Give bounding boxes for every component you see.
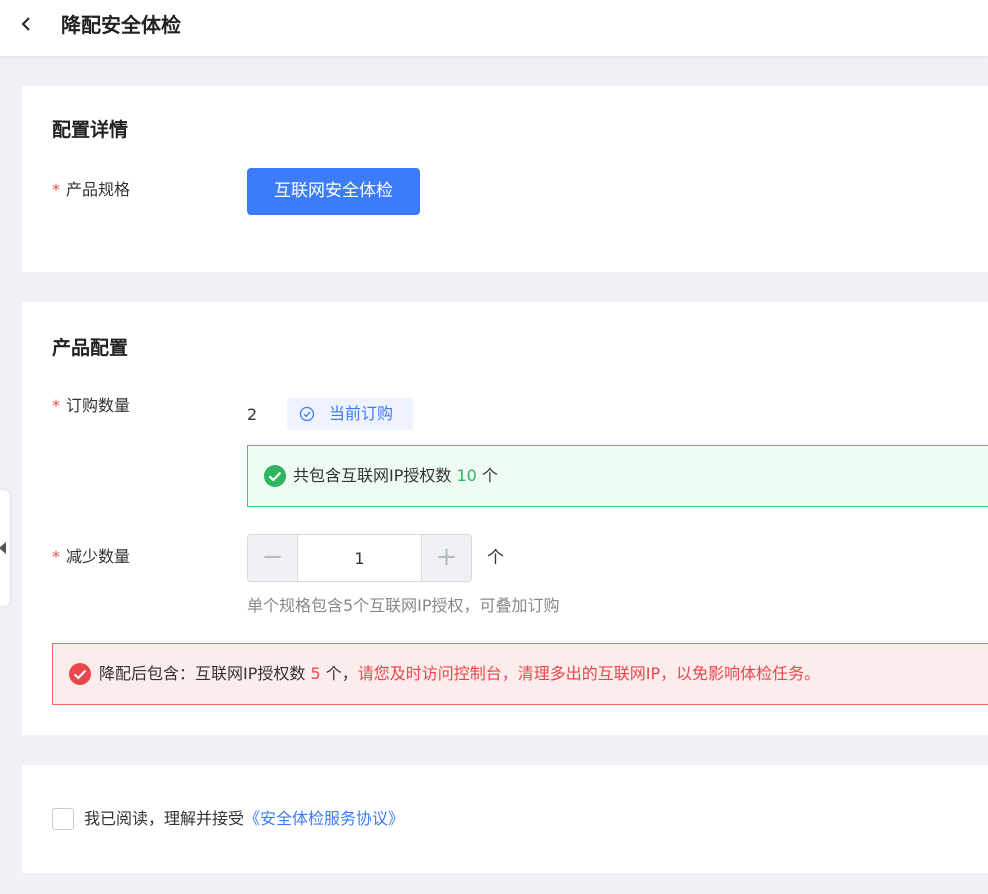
current-order-tag: 当前订购: [287, 398, 413, 430]
agreement-checkbox[interactable]: [52, 808, 74, 830]
product-config-card: 产品配置 * 订购数量 2 当前订购 共包含互联网IP授权数 10 个 * 减少数量…: [22, 302, 988, 735]
current-order-tag-text: 当前订购: [329, 404, 394, 423]
order-qty-value: 2: [247, 405, 258, 424]
unit-label: 个: [487, 548, 504, 568]
success-info-box: 共包含互联网IP授权数 10 个: [247, 445, 988, 507]
reduce-qty-label: * 减少数量: [52, 546, 130, 568]
config-detail-card: 配置详情 * 产品规格 互联网安全体检: [22, 86, 988, 272]
warning-middle: 个，: [320, 664, 358, 683]
required-mark: *: [52, 180, 60, 199]
required-mark: *: [52, 547, 60, 566]
order-qty-label-text: 订购数量: [66, 396, 131, 415]
decrement-button[interactable]: −: [248, 535, 298, 581]
required-mark: *: [52, 396, 60, 415]
check-circle-icon: [264, 465, 286, 487]
quantity-stepper: − +: [247, 534, 472, 582]
check-circle-icon: [69, 663, 91, 685]
agreement-link[interactable]: 《安全体检服务协议》: [244, 809, 404, 828]
order-qty-label: * 订购数量: [52, 395, 130, 417]
agreement-card: 我已阅读，理解并接受《安全体检服务协议》: [22, 765, 988, 873]
spec-label: * 产品规格: [52, 179, 130, 201]
warning-prefix: 降配后包含：互联网IP授权数: [99, 664, 311, 683]
warning-box: 降配后包含：互联网IP授权数 5 个，请您及时访问控制台，清理多出的互联网IP，…: [52, 643, 988, 705]
chevron-left-icon[interactable]: [18, 12, 36, 36]
page-title: 降配安全体检: [61, 13, 181, 37]
increment-button[interactable]: +: [421, 535, 471, 581]
hint-text: 单个规格包含5个互联网IP授权，可叠加订购: [247, 596, 560, 615]
check-circle-outline-icon: [299, 406, 315, 422]
success-info-prefix: 共包含互联网IP授权数: [293, 466, 457, 485]
warning-text: 降配后包含：互联网IP授权数 5 个，请您及时访问控制台，清理多出的互联网IP，…: [99, 662, 820, 686]
ip-count: 10: [456, 466, 477, 485]
warning-red-text: 请您及时访问控制台，清理多出的互联网IP，以免影响体检任务。: [357, 664, 821, 683]
success-info-text: 共包含互联网IP授权数 10 个: [293, 464, 498, 488]
caret-left-icon: [0, 542, 6, 554]
agreement-label: 我已阅读，理解并接受: [84, 809, 245, 828]
side-collapse-handle[interactable]: [0, 490, 10, 606]
warning-count: 5: [310, 664, 321, 683]
reduce-qty-label-text: 减少数量: [66, 547, 131, 566]
spec-label-text: 产品规格: [66, 180, 131, 199]
spec-option-button[interactable]: 互联网安全体检: [247, 168, 420, 215]
section-title-product-config: 产品配置: [52, 337, 129, 359]
top-bar: 降配安全体检: [0, 0, 988, 56]
agreement-text: 我已阅读，理解并接受《安全体检服务协议》: [84, 807, 404, 831]
quantity-input[interactable]: [298, 535, 421, 581]
success-info-suffix: 个: [476, 466, 498, 485]
section-title-config-detail: 配置详情: [52, 119, 129, 141]
